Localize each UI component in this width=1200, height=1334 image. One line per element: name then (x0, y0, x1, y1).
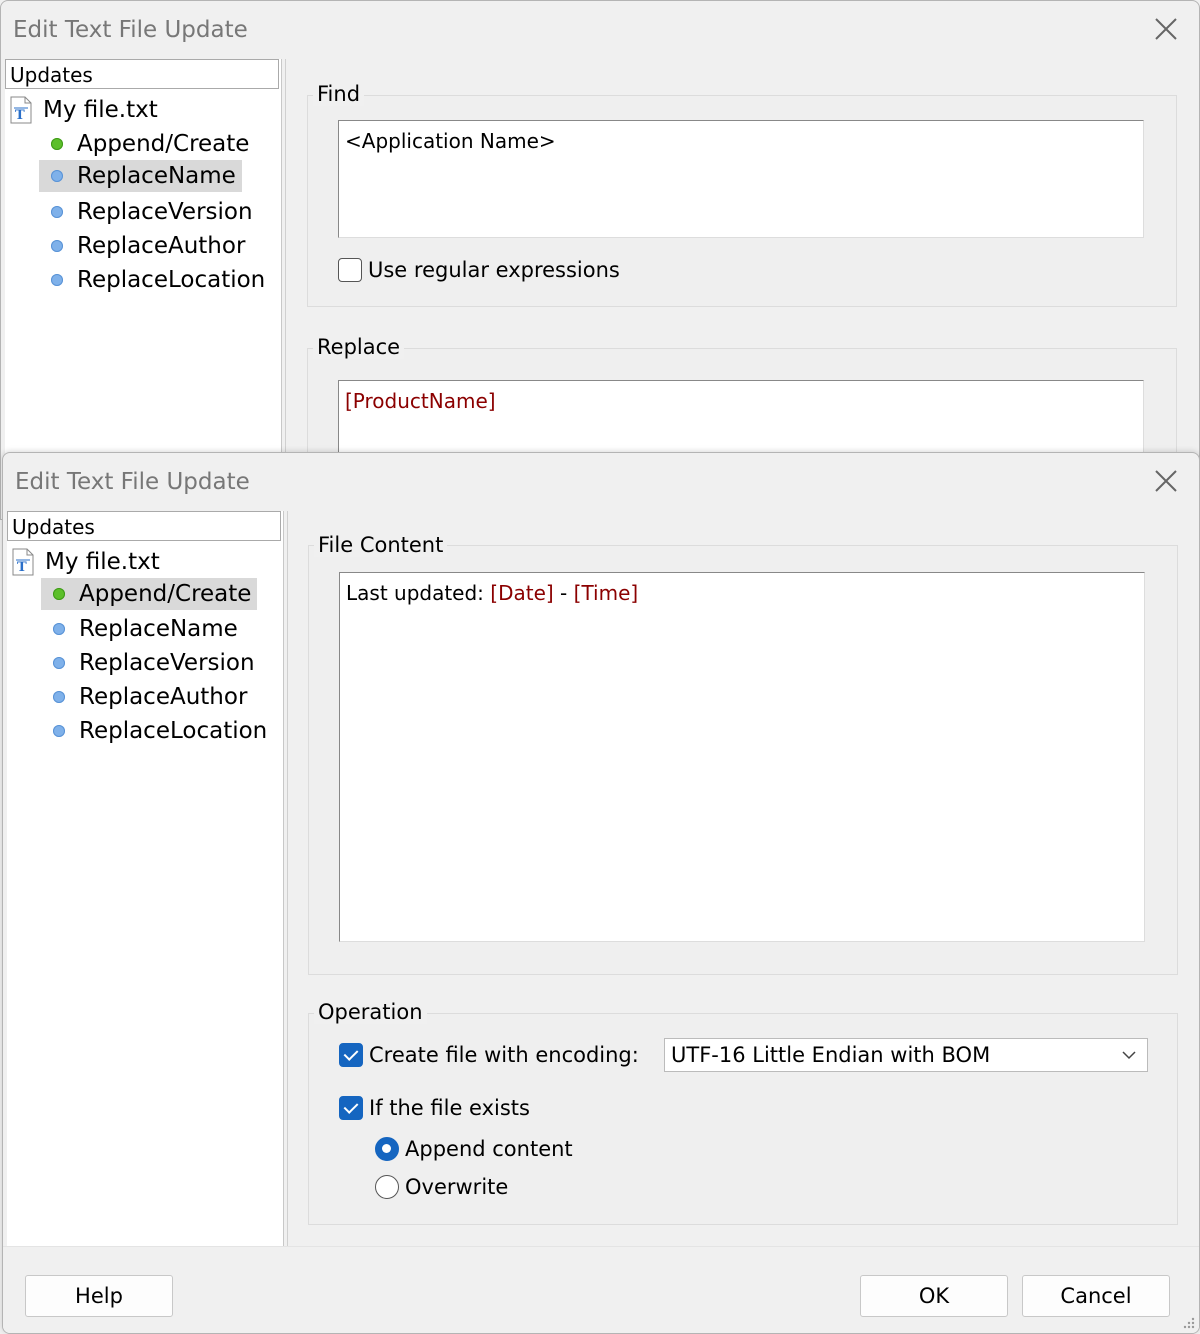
content-separator: - (553, 581, 574, 605)
tree-item-replacelocation[interactable]: ReplaceLocation (41, 715, 273, 747)
updates-header: Updates (7, 511, 281, 541)
status-dot-green (51, 138, 63, 150)
close-icon[interactable] (1151, 14, 1181, 44)
status-dot-blue (51, 240, 63, 252)
encoding-value: UTF-16 Little Endian with BOM (671, 1043, 991, 1067)
title-bar: Edit Text File Update (3, 453, 1199, 511)
if-file-exists-label: If the file exists (369, 1096, 530, 1120)
tree-item-replacename[interactable]: ReplaceName (39, 160, 242, 192)
cancel-button[interactable]: Cancel (1022, 1275, 1170, 1317)
tree-item-label: ReplaceAuthor (77, 233, 246, 259)
regex-label: Use regular expressions (368, 258, 620, 282)
tree-item-replacename[interactable]: ReplaceName (41, 613, 244, 645)
status-dot-blue (51, 274, 63, 286)
append-content-label: Append content (405, 1137, 573, 1161)
resize-grip-icon[interactable] (1181, 1315, 1195, 1329)
tree-item-replacelocation[interactable]: ReplaceLocation (39, 264, 271, 296)
status-dot-blue (53, 725, 65, 737)
overwrite-label: Overwrite (405, 1175, 509, 1199)
close-icon[interactable] (1151, 466, 1181, 496)
tree-item-label: ReplaceAuthor (79, 684, 248, 710)
text-file-icon: T (12, 548, 34, 576)
content-prefix: Last updated: (346, 581, 491, 605)
dialog-title: Edit Text File Update (15, 469, 250, 495)
create-file-label: Create file with encoding: (369, 1043, 639, 1067)
updates-tree-pane: Updates T My file.txt Append/Create Repl… (7, 511, 284, 1249)
file-name: My file.txt (43, 97, 158, 123)
updates-tree-pane: Updates T My file.txt Append/Create Repl… (5, 59, 282, 519)
tree-item-replaceauthor[interactable]: ReplaceAuthor (39, 230, 251, 262)
date-variable: [Date] (490, 581, 554, 605)
tree-item-label: ReplaceLocation (79, 718, 268, 744)
status-dot-blue (51, 206, 63, 218)
tree-item-label: Append/Create (77, 131, 250, 157)
file-content-input[interactable]: Last updated: [Date] - [Time] (339, 572, 1145, 942)
svg-text:T: T (17, 560, 27, 575)
checkbox-box (339, 1043, 363, 1067)
tree-item-append-create[interactable]: Append/Create (41, 578, 258, 610)
replace-label: Replace (313, 335, 405, 359)
replace-value: [ProductName] (345, 389, 496, 413)
radio-circle (375, 1175, 399, 1199)
edit-pane: Find <Application Name> Use regular expr… (285, 59, 1199, 519)
time-variable: [Time] (573, 581, 639, 605)
find-label: Find (313, 82, 365, 106)
tree-file-node[interactable]: T My file.txt (9, 95, 158, 125)
operation-label: Operation (314, 1000, 427, 1024)
file-name: My file.txt (45, 549, 160, 575)
if-file-exists-checkbox[interactable]: If the file exists (339, 1096, 530, 1120)
status-dot-blue (53, 691, 65, 703)
tree-item-label: ReplaceLocation (77, 267, 266, 293)
status-dot-blue (53, 623, 65, 635)
updates-header: Updates (5, 59, 279, 89)
tree-item-append-create[interactable]: Append/Create (39, 128, 255, 160)
ok-button[interactable]: OK (860, 1275, 1008, 1317)
status-dot-blue (53, 657, 65, 669)
edit-pane: File Content Last updated: [Date] - [Tim… (287, 511, 1199, 1247)
tree-item-replaceauthor[interactable]: ReplaceAuthor (41, 681, 253, 713)
chevron-down-icon (1122, 1051, 1136, 1060)
back-dialog: Edit Text File Update Updates T My file.… (0, 0, 1200, 520)
tree-item-label: ReplaceVersion (77, 199, 253, 225)
dialog-title: Edit Text File Update (13, 17, 248, 43)
tree-item-label: ReplaceName (79, 616, 238, 642)
regex-checkbox[interactable]: Use regular expressions (338, 258, 620, 282)
dialog-footer: Help OK Cancel (3, 1246, 1199, 1333)
tree-item-label: ReplaceName (77, 163, 236, 189)
front-dialog: Edit Text File Update Updates T My file.… (2, 452, 1200, 1334)
checkbox-box (339, 1096, 363, 1120)
file-content-label: File Content (314, 533, 448, 557)
text-file-icon: T (10, 96, 32, 124)
svg-text:T: T (15, 108, 25, 123)
tree-item-replaceversion[interactable]: ReplaceVersion (41, 647, 261, 679)
encoding-select[interactable]: UTF-16 Little Endian with BOM (664, 1038, 1148, 1072)
append-content-radio[interactable]: Append content (375, 1137, 573, 1161)
title-bar: Edit Text File Update (1, 1, 1199, 59)
find-input[interactable]: <Application Name> (338, 120, 1144, 238)
radio-circle (375, 1137, 399, 1161)
status-dot-green (53, 588, 65, 600)
tree-item-replaceversion[interactable]: ReplaceVersion (39, 196, 259, 228)
checkbox-box (338, 258, 362, 282)
help-button[interactable]: Help (25, 1275, 173, 1317)
status-dot-blue (51, 170, 63, 182)
overwrite-radio[interactable]: Overwrite (375, 1175, 508, 1199)
tree-item-label: Append/Create (79, 581, 252, 607)
tree-file-node[interactable]: T My file.txt (11, 547, 160, 577)
create-file-checkbox[interactable]: Create file with encoding: (339, 1043, 639, 1067)
tree-item-label: ReplaceVersion (79, 650, 255, 676)
